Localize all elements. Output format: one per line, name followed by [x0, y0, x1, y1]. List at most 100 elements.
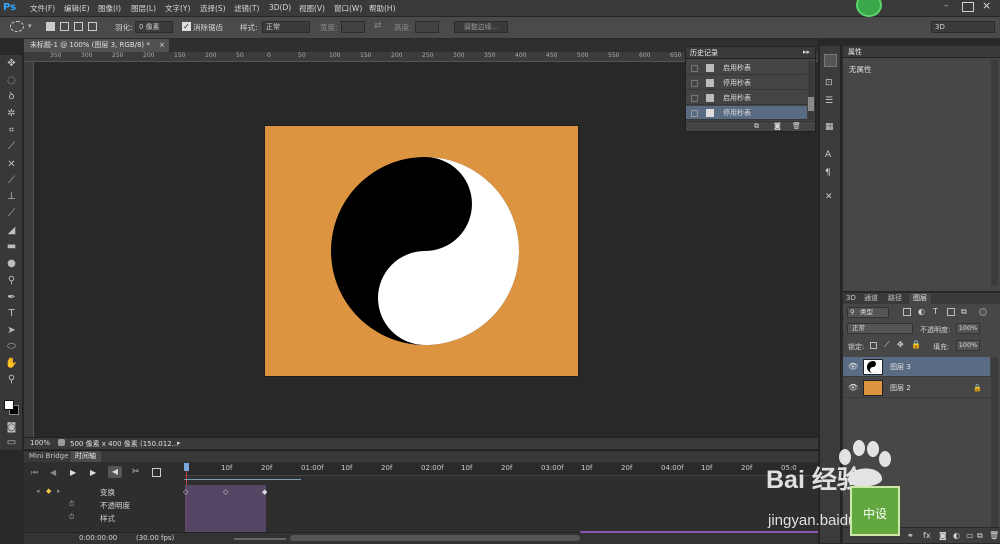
actions-dock-icon[interactable]: ⊡ — [825, 78, 833, 88]
eraser-icon[interactable]: ◢ — [4, 224, 19, 237]
height-input[interactable] — [415, 21, 439, 33]
timeline-scrollbar[interactable] — [290, 535, 580, 541]
history-item[interactable]: 停用秒表 — [686, 76, 807, 90]
transition-icon[interactable] — [152, 468, 161, 477]
menu-select[interactable]: 选择(S) — [200, 3, 226, 14]
subtract-selection-icon[interactable] — [74, 22, 83, 31]
new-document-from-state-icon[interactable]: ⧉ — [754, 122, 759, 131]
zoom-tool-icon[interactable]: ⚲ — [4, 373, 19, 386]
menu-layer[interactable]: 图层(L) — [131, 3, 156, 14]
marquee-tool-icon[interactable]: ◌ — [4, 74, 19, 87]
trash-icon[interactable]: 🗑 — [792, 122, 801, 130]
history-item[interactable]: 启用秒表 — [686, 61, 807, 75]
delete-layer-icon[interactable]: 🗑 — [989, 531, 999, 540]
clone-stamp-icon[interactable]: ⊥ — [4, 190, 19, 203]
lasso-tool-icon[interactable]: ꝺ — [4, 90, 19, 103]
scissors-icon[interactable]: ✂ — [132, 467, 140, 477]
swap-icon[interactable]: ⇄ — [374, 21, 382, 31]
keyframe-diamond[interactable]: ◆ — [262, 488, 267, 496]
antialias-checkbox[interactable]: ✓ — [182, 22, 191, 31]
gradient-icon[interactable]: ▬ — [4, 240, 19, 253]
timeline-ruler[interactable]: 10f 20f 01:00f 10f 20f 02:00f 10f 20f 03:00f 10f 2… — [184, 463, 818, 476]
path-select-icon[interactable]: ➤ — [4, 324, 19, 337]
keyframe-diamond[interactable]: ◇ — [183, 488, 188, 496]
eyedropper-icon[interactable]: ⟋ — [4, 140, 19, 153]
lock-all-icon[interactable]: 🔒 — [911, 340, 921, 349]
style-select[interactable]: 正常 — [262, 21, 310, 33]
zoom-level[interactable]: 100% — [30, 439, 50, 447]
layer-row[interactable]: 👁 图层 2 🔒 — [843, 378, 990, 398]
menu-filter[interactable]: 滤镜(T) — [234, 3, 259, 14]
move-tool-icon[interactable]: ✥ — [4, 57, 19, 70]
stopwatch-icon[interactable]: ⏱ — [69, 513, 74, 522]
filter-toggle[interactable] — [979, 308, 987, 316]
menu-window[interactable]: 窗口(W) — [334, 3, 362, 14]
lock-position-icon[interactable]: ✥ — [897, 340, 904, 349]
work-area-bar[interactable] — [184, 479, 301, 483]
healing-brush-icon[interactable]: ✕ — [4, 158, 19, 171]
panel-menu-icon[interactable]: ▸▸ — [803, 48, 810, 56]
blend-mode-select[interactable]: 正常 — [847, 323, 913, 334]
quick-mask-icon[interactable]: ◙ — [4, 421, 19, 434]
dodge-tool-icon[interactable]: ⚲ — [4, 274, 19, 287]
foreground-color-swatch[interactable] — [4, 400, 14, 410]
expand-icon[interactable]: ▸ — [57, 487, 61, 495]
lock-paint-icon[interactable]: ⟋ — [884, 340, 890, 350]
character-dock-icon[interactable]: A — [825, 150, 831, 160]
new-group-icon[interactable]: ▭ — [966, 531, 974, 540]
adjustments-dock-icon[interactable]: ☰ — [825, 96, 833, 106]
document-tab[interactable]: 未标题-1 @ 100% (图层 3, RGB/8) * × — [24, 39, 169, 52]
layer-name[interactable]: 图层 3 — [890, 357, 911, 377]
add-selection-icon[interactable] — [60, 22, 69, 31]
blur-tool-icon[interactable]: ● — [4, 257, 19, 270]
filter-shape-icon[interactable] — [947, 308, 955, 316]
close-tab-icon[interactable]: × — [159, 39, 165, 52]
opacity-input[interactable]: 100% — [956, 323, 980, 334]
camera-icon[interactable]: ◙ — [774, 122, 781, 130]
hand-tool-icon[interactable]: ✋ — [4, 357, 19, 370]
layer-name[interactable]: 图层 2 — [890, 378, 911, 398]
menu-file[interactable]: 文件(F) — [30, 3, 55, 14]
first-frame-icon[interactable]: ⏮ — [31, 468, 38, 478]
tab-layers[interactable]: 图层 — [909, 293, 931, 304]
layer-row-selected[interactable]: 👁 图层 3 — [843, 357, 990, 377]
keyframe-icon[interactable]: ◆ — [46, 487, 51, 495]
layers-scrollbar[interactable] — [991, 357, 998, 527]
type-tool-icon[interactable]: T — [4, 307, 19, 320]
history-item[interactable]: 启用秒表 — [686, 91, 807, 105]
new-selection-icon[interactable] — [46, 22, 55, 31]
properties-scrollbar[interactable] — [991, 60, 998, 286]
tab-mini-bridge[interactable]: Mini Bridge — [24, 451, 73, 462]
stopwatch-icon[interactable]: ⏱ — [69, 500, 74, 509]
history-scrollbar[interactable] — [808, 61, 814, 120]
tab-3d[interactable]: 3D — [843, 293, 859, 304]
screen-mode-icon[interactable]: ▭ — [4, 436, 19, 449]
tab-paths[interactable]: 路径 — [885, 293, 905, 304]
audio-icon[interactable]: ◀ — [108, 466, 122, 478]
magic-wand-icon[interactable]: ✲ — [4, 107, 19, 120]
filter-type-icon[interactable]: T — [933, 307, 938, 316]
tools-dock-icon[interactable]: ✕ — [825, 192, 833, 202]
filter-adjust-icon[interactable]: ◐ — [918, 307, 925, 316]
menu-3d[interactable]: 3D(D) — [269, 3, 291, 12]
pen-tool-icon[interactable]: ✒ — [4, 291, 19, 304]
styles-dock-icon[interactable]: ▦ — [825, 122, 834, 132]
crop-tool-icon[interactable]: ⌗ — [4, 124, 19, 137]
filter-smart-icon[interactable]: ⧉ — [961, 307, 967, 317]
next-frame-icon[interactable]: ▶ — [90, 468, 96, 477]
paragraph-dock-icon[interactable]: ¶ — [825, 168, 831, 178]
visibility-eye-icon[interactable]: 👁 — [848, 357, 858, 377]
tab-timeline[interactable]: 时间轴 — [70, 451, 101, 462]
brush-tool-icon[interactable]: ⟋ — [4, 174, 19, 187]
menu-view[interactable]: 视图(V) — [299, 3, 325, 14]
marquee-tool-icon[interactable] — [10, 21, 24, 32]
fill-input[interactable]: 100% — [956, 340, 980, 351]
refine-edge-button[interactable]: 调整边缘... — [454, 21, 508, 33]
play-icon[interactable]: ▶ — [70, 468, 76, 477]
previous-frame-icon[interactable]: ◀ — [50, 468, 56, 477]
menu-type[interactable]: 文字(Y) — [165, 3, 190, 14]
minimize-button[interactable]: – — [944, 2, 956, 12]
keyframe-diamond[interactable]: ◇ — [223, 488, 228, 496]
feather-input[interactable]: 0 像素 — [135, 21, 173, 33]
visibility-eye-icon[interactable]: 👁 — [848, 378, 858, 398]
